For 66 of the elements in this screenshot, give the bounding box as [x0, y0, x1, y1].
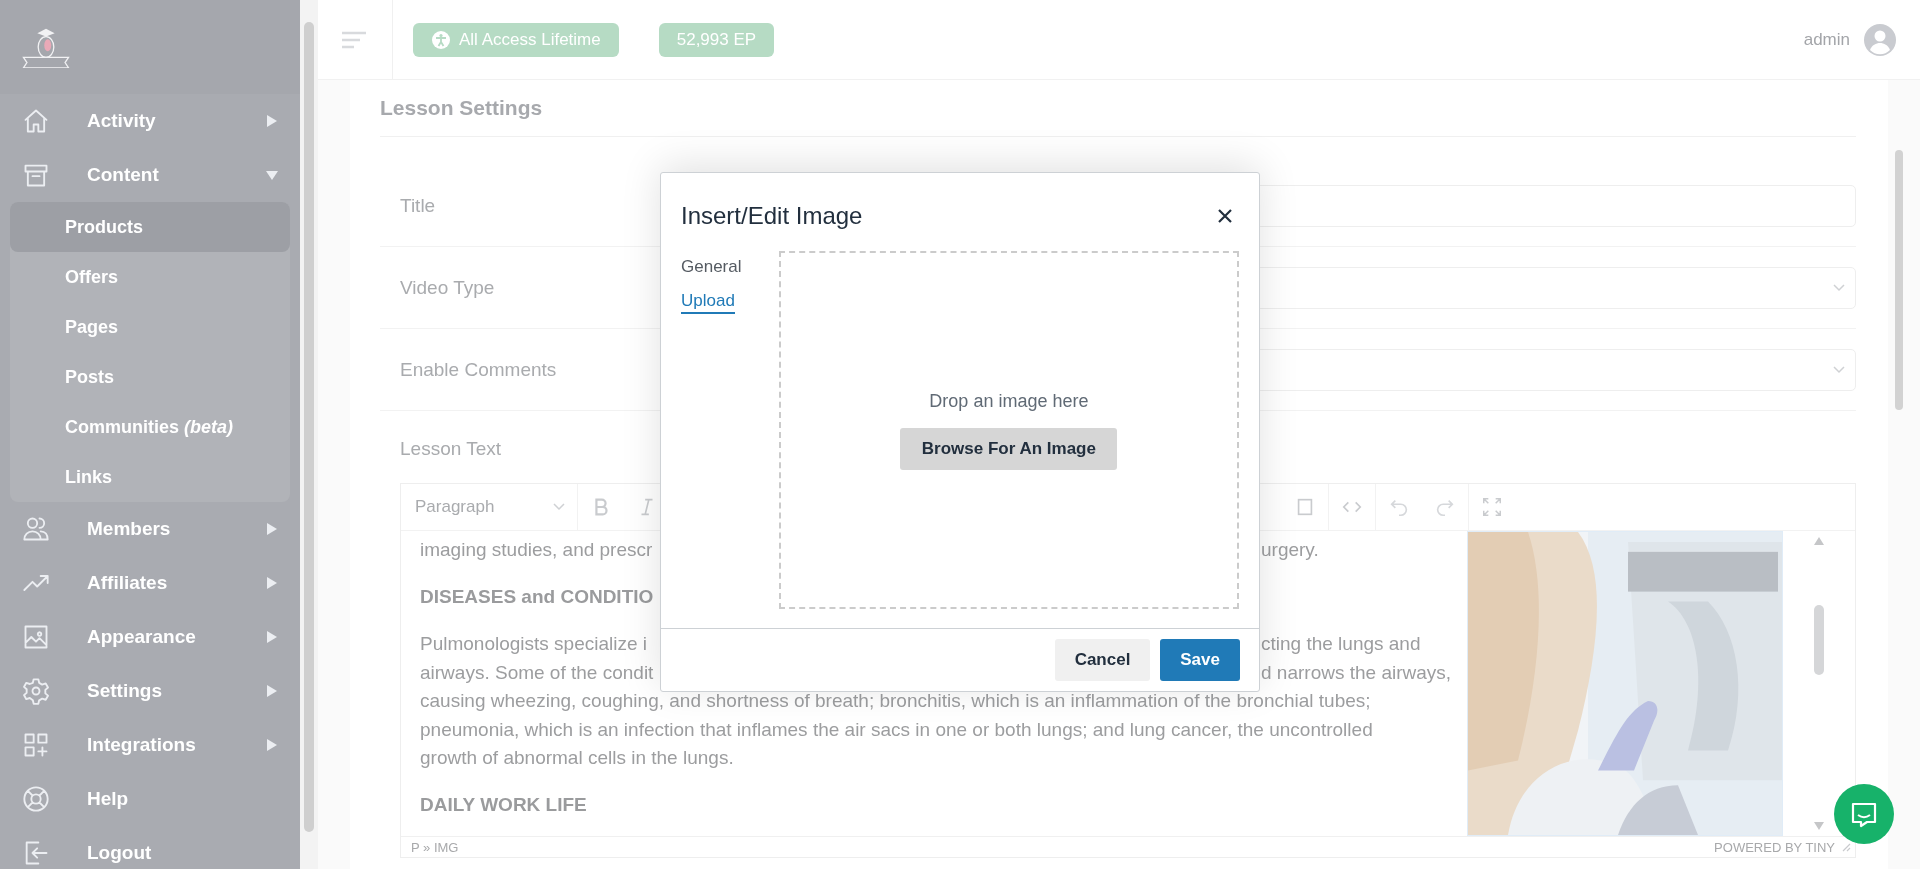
nav-item[interactable]: Members: [0, 502, 300, 556]
nav-item[interactable]: Affiliates: [0, 556, 300, 610]
format-dropdown[interactable]: Paragraph: [401, 484, 578, 530]
field-label: Enable Comments: [400, 358, 557, 381]
nav-item[interactable]: Appearance: [0, 610, 300, 664]
field-label: Video Type: [400, 276, 495, 299]
chat-icon[interactable]: [1834, 784, 1894, 844]
scrollbar[interactable]: [300, 0, 318, 869]
submenu-item[interactable]: Communities (beta): [10, 402, 290, 452]
body-text: urgery.: [1261, 539, 1319, 562]
avatar-icon[interactable]: [1864, 23, 1896, 56]
dialog-title: Insert/Edit Image: [681, 202, 863, 230]
body-text: causing wheezing, coughing, and shortness of breath; bronchitis, which is an inflammation of the bronchial tubes;: [420, 690, 1371, 713]
submenu-item[interactable]: Offers: [10, 252, 290, 302]
body-text: imaging studies, and prescr: [420, 539, 653, 562]
section-heading: DISEASES and CONDITIO: [420, 586, 654, 609]
menu-icon[interactable]: [342, 30, 366, 49]
chevron-icon: [553, 503, 565, 511]
submenu-item[interactable]: Pages: [10, 302, 290, 352]
arrow-down-icon[interactable]: [1814, 822, 1824, 830]
field-label: Lesson Text: [400, 437, 502, 461]
nav-item[interactable]: Logout: [0, 826, 300, 869]
chevron-icon: [1833, 283, 1845, 292]
image-icon: [22, 623, 50, 651]
body-text: airways. Some of the condit: [420, 661, 654, 684]
body-text: pneumonia, which is an infection that inflames the air sacs in one or both lungs; and lung cancer, the uncontrolled: [420, 718, 1373, 741]
arrow-up-icon[interactable]: [1814, 537, 1824, 545]
resize-handle-icon[interactable]: [1841, 842, 1851, 852]
nav-item[interactable]: Content: [0, 148, 300, 202]
lifebuoy-icon: [22, 785, 50, 813]
nav-item[interactable]: Activity: [0, 94, 300, 148]
people-icon: [22, 515, 50, 543]
body-text: growth of abnormal cells in the lungs.: [420, 747, 734, 770]
body-text: cting the lungs and: [1261, 633, 1421, 656]
dialog-tab[interactable]: General: [681, 257, 742, 278]
browse-button[interactable]: Browse For An Image: [900, 427, 1118, 470]
gear-icon: [22, 677, 50, 705]
username[interactable]: admin: [1803, 29, 1850, 50]
drop-hint: Drop an image here: [929, 390, 1089, 412]
person-icon: [431, 29, 451, 50]
dialog-tab[interactable]: Upload: [681, 291, 735, 314]
cancel-button[interactable]: Cancel: [1055, 639, 1150, 681]
chevron-icon: [1833, 365, 1845, 374]
logo: [20, 26, 72, 68]
body-text: d narrows the airways,: [1261, 661, 1452, 684]
branding-link[interactable]: POWERED BY TINY: [1714, 839, 1835, 855]
body-text: Pulmonologists specialize i: [420, 633, 648, 656]
submenu-item[interactable]: Products: [10, 202, 290, 252]
submenu-item[interactable]: Links: [10, 452, 290, 502]
home-icon: [22, 107, 50, 135]
element-path[interactable]: P » IMG: [411, 839, 459, 855]
nav-item[interactable]: Settings: [0, 664, 300, 718]
fullscreen-icon[interactable]: [1481, 496, 1503, 518]
apps-icon: [22, 731, 50, 759]
submenu-item[interactable]: Posts: [10, 352, 290, 402]
nav-item[interactable]: Help: [0, 772, 300, 826]
nav-item[interactable]: Integrations: [0, 718, 300, 772]
field-label: Title: [400, 195, 436, 217]
section-heading: DAILY WORK LIFE: [420, 794, 587, 817]
section-title: Lesson Settings: [380, 80, 1856, 137]
drop-zone[interactable]: Drop an image here Browse For An Image: [778, 251, 1239, 609]
close-icon[interactable]: [1217, 208, 1233, 224]
save-button[interactable]: Save: [1160, 639, 1240, 681]
plan-badge[interactable]: 52,993 EP: [658, 22, 775, 57]
scrollbar-thumb[interactable]: [1814, 605, 1824, 675]
plan-badge[interactable]: All Access Lifetime: [413, 22, 619, 57]
